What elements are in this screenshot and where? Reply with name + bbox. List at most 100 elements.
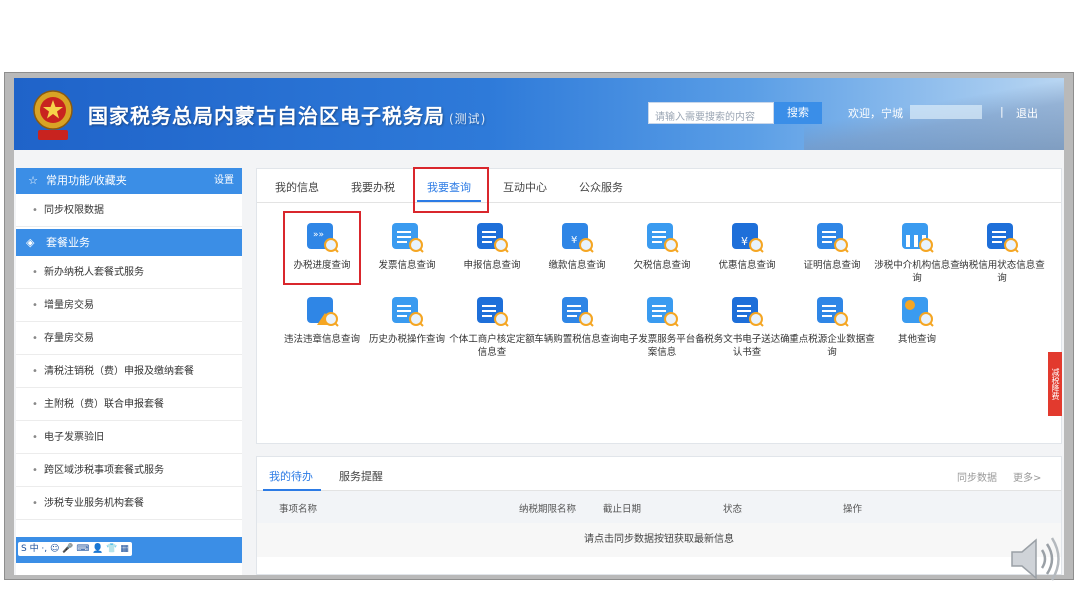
query-panel: 我的信息 我要办税 我要查询 互动中心 公众服务 »» 办税进度查询 发票信息查询申… [256,167,1062,444]
bullet-icon: • [32,498,38,509]
column-item-name: 事项名称 [279,504,318,515]
query-item[interactable]: 税务文书电子送达确认书查 [702,295,792,359]
favorites-header-label: 常用功能/收藏夹 [46,174,127,187]
sidebar-item-label: 新办纳税人套餐式服务 [44,267,144,278]
sidebar-item-new-taxpayer[interactable]: • 新办纳税人套餐式服务 [16,256,242,289]
header-separator: | [1000,105,1004,118]
todo-panel: 我的待办 服务提醒 同步数据 更多> 事项名称 纳税期限名称 截止日期 状态 操… [256,456,1062,575]
tab-interaction[interactable]: 互动中心 [503,179,547,195]
e-invoice-query-icon [645,295,679,327]
tax-reduction-badge[interactable]: 减税降费 [1048,352,1062,416]
arrears-query-icon [645,221,679,253]
search-input[interactable]: 请输入需要搜索的内容 [648,102,774,124]
sidebar-item-e-invoice-check[interactable]: • 电子发票验旧 [16,421,242,454]
column-period-name: 纳税期限名称 [519,504,577,515]
key-source-query-icon [815,295,849,327]
tab-public-service[interactable]: 公众服务 [579,179,623,195]
favorites-setting-link[interactable]: 设置 [214,168,234,194]
sidebar-item-cross-region[interactable]: • 跨区域涉税事项套餐式服务 [16,454,242,487]
sidebar-item-label: 跨区域涉税事项套餐式服务 [44,465,164,476]
query-item-label: 违法违章信息查询 [283,334,360,345]
query-item[interactable]: 欠税信息查询 [617,221,707,272]
star-icon: ☆ [28,174,38,187]
sidebar-item-new-house[interactable]: • 增量房交易 [16,289,242,322]
more-link[interactable]: 更多> [1013,469,1041,484]
query-item-label: 涉税中介机构信息查询 [874,260,960,284]
tax-bureau-page: 国家税务总局内蒙古自治区电子税务局 (测试) 请输入需要搜索的内容 搜索 欢迎，宁… [14,78,1064,575]
query-item-label: 优惠信息查询 [718,260,776,271]
logout-link[interactable]: 退出 [1016,105,1038,121]
query-item-label: 申报信息查询 [463,260,521,271]
query-item-label: 个体工商户核定定额信息查 [449,334,535,358]
query-item[interactable]: 重点税源企业数据查询 [787,295,877,359]
query-item[interactable]: 违法违章信息查询 [277,295,367,346]
ime-toolbar: S 中 ·, ☺ 🎤 ⌨ 👤 👕 ▦ [16,537,242,563]
column-operation: 操作 [843,504,863,515]
sidebar-item-sync-permission[interactable]: • 同步权限数据 [16,194,242,227]
history-query-icon [390,295,424,327]
vehicle-query-icon [560,295,594,327]
query-item[interactable]: 发票信息查询 [362,221,452,272]
query-item-label: 重点税源企业数据查询 [789,334,875,358]
business-query-icon [475,295,509,327]
tab-do-tax[interactable]: 我要办税 [351,179,395,195]
query-item[interactable]: 涉税中介机构信息查询 [872,221,962,285]
bullet-icon: • [32,465,38,476]
bullet-icon: • [32,333,38,344]
query-item-label: 税务文书电子送达确认书查 [704,334,790,358]
discount-query-icon: ¥ [730,221,764,253]
bullet-icon: • [32,300,38,311]
query-item-label: 电子发票服务平台备案信息 [619,334,705,358]
site-title: 国家税务总局内蒙古自治区电子税务局 (测试) [88,100,486,129]
invoice-query-icon [390,221,424,253]
sidebar-item-agency-package[interactable]: • 涉税专业服务机构套餐 [16,487,242,520]
username-redacted [910,105,982,119]
query-item-label: 发票信息查询 [378,260,436,271]
declare-query-icon [475,221,509,253]
agency-query-icon [900,221,934,253]
tab-service-reminder[interactable]: 服务提醒 [339,468,383,484]
sidebar-item-existing-house[interactable]: • 存量房交易 [16,322,242,355]
tab-my-todo[interactable]: 我的待办 [269,468,313,484]
todo-tabs: 我的待办 服务提醒 同步数据 更多> [257,457,1061,491]
todo-table-header: 事项名称 纳税期限名称 截止日期 状态 操作 [257,491,1061,523]
sidebar-item-label: 同步权限数据 [44,205,104,216]
query-item[interactable]: ¥ 缴款信息查询 [532,221,622,272]
violation-query-icon [305,295,339,327]
other-query-icon [900,295,934,327]
query-item-label: 证明信息查询 [803,260,861,271]
highlight-box-progress [283,211,361,285]
payment-query-icon: ¥ [560,221,594,253]
query-item[interactable]: 电子发票服务平台备案信息 [617,295,707,359]
query-item[interactable]: 证明信息查询 [787,221,877,272]
packages-header: ◈ 套餐业务 [16,229,242,256]
package-icon: ◈ [26,236,35,249]
search-button[interactable]: 搜索 [774,102,822,124]
document-query-icon [730,295,764,327]
query-item[interactable]: 历史办税操作查询 [362,295,452,346]
certificate-query-icon [815,221,849,253]
sync-data-link[interactable]: 同步数据 [957,469,997,484]
site-header: 国家税务总局内蒙古自治区电子税务局 (测试) 请输入需要搜索的内容 搜索 欢迎，宁… [14,78,1064,150]
speaker-icon[interactable] [1006,532,1062,586]
query-item-label: 车辆购置税信息查询 [534,334,620,345]
query-item[interactable]: 其他查询 [872,295,962,346]
query-item[interactable]: 车辆购置税信息查询 [532,295,622,346]
query-item[interactable]: 申报信息查询 [447,221,537,272]
packages-header-label: 套餐业务 [46,236,90,249]
query-item-label: 历史办税操作查询 [368,334,445,345]
svg-text:¥: ¥ [741,235,748,248]
todo-empty-message: 请点击同步数据按钮获取最新信息 [257,523,1061,557]
query-item-label: 缴款信息查询 [548,260,606,271]
tab-my-info[interactable]: 我的信息 [275,179,319,195]
query-item[interactable]: 纳税信用状态信息查询 [957,221,1047,285]
main-tabs: 我的信息 我要办税 我要查询 互动中心 公众服务 [257,169,1061,203]
ime-status[interactable]: S 中 ·, ☺ 🎤 ⌨ 👤 👕 ▦ [18,542,132,556]
query-item[interactable]: 个体工商户核定定额信息查 [447,295,537,359]
credit-query-icon [985,221,1019,253]
sidebar-item-joint-declare[interactable]: • 主附税（费）联合申报套餐 [16,388,242,421]
sidebar-item-deregistration[interactable]: • 清税注销税（费）申报及缴纳套餐 [16,355,242,388]
bullet-icon: • [32,366,38,377]
bullet-icon: • [32,267,38,278]
query-item[interactable]: ¥ 优惠信息查询 [702,221,792,272]
